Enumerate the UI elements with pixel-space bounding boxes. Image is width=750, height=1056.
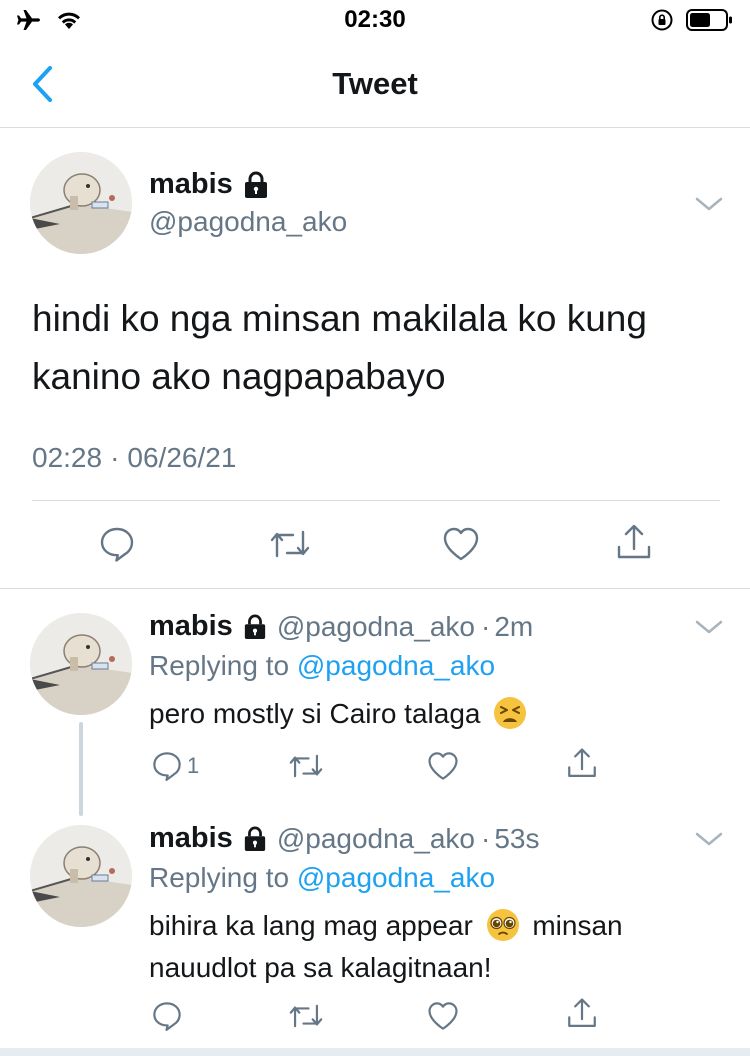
reply-time: 53s bbox=[494, 822, 540, 854]
reply-button[interactable]: 1 bbox=[151, 750, 199, 782]
battery-icon bbox=[686, 9, 732, 31]
meta-separator: · bbox=[110, 442, 120, 473]
avatar[interactable] bbox=[30, 825, 132, 927]
status-right bbox=[650, 8, 734, 32]
retweet-button[interactable] bbox=[287, 1000, 325, 1032]
author-name[interactable]: mabis bbox=[149, 168, 233, 201]
share-button[interactable] bbox=[565, 747, 599, 781]
lock-icon bbox=[244, 171, 267, 198]
reply-text-before: bihira ka lang mag appear bbox=[149, 910, 473, 941]
reply-button[interactable] bbox=[151, 1000, 183, 1032]
replying-handle-link[interactable]: @pagodna_ako bbox=[297, 862, 495, 893]
share-icon bbox=[568, 748, 596, 778]
heart-icon bbox=[443, 527, 479, 561]
reply-text: bihira ka lang mag appear minsan nauudlo… bbox=[149, 905, 689, 989]
reply-text: pero mostly si Cairo talaga bbox=[149, 693, 709, 735]
reply-button[interactable] bbox=[98, 525, 136, 563]
chevron-down-icon[interactable] bbox=[694, 617, 724, 637]
like-button[interactable] bbox=[426, 750, 460, 782]
reply-header: mabis @pagodna_ako · 53s bbox=[149, 822, 539, 855]
share-button[interactable] bbox=[614, 523, 654, 563]
status-time: 02:30 bbox=[344, 6, 406, 33]
author-name[interactable]: mabis bbox=[149, 822, 233, 855]
author-handle[interactable]: @pagodna_ako bbox=[277, 611, 475, 643]
reply-time: 2m bbox=[494, 610, 534, 642]
tweet-meta: 02:28 · 06/26/21 bbox=[32, 442, 236, 474]
reply-count: 1 bbox=[187, 753, 200, 778]
lock-icon bbox=[244, 614, 265, 639]
divider bbox=[0, 588, 750, 589]
page-title: Tweet bbox=[332, 66, 418, 101]
replying-to: Replying to @pagodna_ako bbox=[149, 650, 495, 682]
meta-separator: · bbox=[480, 822, 491, 854]
author-name[interactable]: mabis bbox=[149, 610, 233, 643]
avatar[interactable] bbox=[30, 613, 132, 715]
retweet-button[interactable] bbox=[287, 750, 325, 782]
retweet-button[interactable] bbox=[268, 525, 312, 563]
main-author: mabis bbox=[149, 168, 269, 201]
replying-prefix: Replying to bbox=[149, 862, 290, 893]
like-button[interactable] bbox=[426, 1000, 460, 1032]
tweet-time: 02:28 bbox=[32, 442, 103, 473]
bottom-divider bbox=[0, 1048, 750, 1056]
reply-icon bbox=[153, 752, 181, 781]
tweet-text: hindi ko nga minsan makilala ko kung kan… bbox=[32, 298, 647, 397]
replying-handle-link[interactable]: @pagodna_ako bbox=[297, 650, 495, 681]
thread-line bbox=[79, 722, 83, 816]
chevron-down-icon[interactable] bbox=[694, 194, 724, 214]
tweet-actions bbox=[0, 520, 750, 570]
heart-icon bbox=[428, 1002, 458, 1030]
lock-icon bbox=[244, 826, 265, 851]
share-icon bbox=[568, 998, 596, 1028]
divider bbox=[32, 500, 720, 501]
heart-icon bbox=[428, 752, 458, 780]
retweet-icon bbox=[289, 754, 323, 778]
author-handle[interactable]: @pagodna_ako bbox=[149, 206, 347, 238]
share-icon bbox=[617, 524, 651, 559]
reply-header: mabis @pagodna_ako · 2m bbox=[149, 610, 533, 643]
tired-face-emoji bbox=[494, 696, 527, 729]
replying-to: Replying to @pagodna_ako bbox=[149, 862, 495, 894]
nav-bar: Tweet bbox=[0, 44, 750, 128]
status-bar: 02:30 bbox=[0, 0, 750, 44]
meta-separator: · bbox=[480, 610, 491, 642]
like-button[interactable] bbox=[441, 525, 481, 563]
tweet-date: 06/26/21 bbox=[127, 442, 237, 473]
chevron-down-icon[interactable] bbox=[694, 829, 724, 849]
reply-icon bbox=[153, 1002, 181, 1031]
reply-icon bbox=[100, 527, 134, 562]
replying-prefix: Replying to bbox=[149, 650, 290, 681]
reply-text-content: pero mostly si Cairo talaga bbox=[149, 698, 481, 729]
pleading-face-emoji bbox=[486, 908, 519, 941]
author-handle[interactable]: @pagodna_ako bbox=[277, 823, 475, 855]
orientation-lock-icon bbox=[651, 9, 673, 31]
retweet-icon bbox=[270, 530, 310, 558]
share-button[interactable] bbox=[565, 997, 599, 1031]
retweet-icon bbox=[289, 1004, 323, 1028]
avatar[interactable] bbox=[30, 152, 132, 254]
